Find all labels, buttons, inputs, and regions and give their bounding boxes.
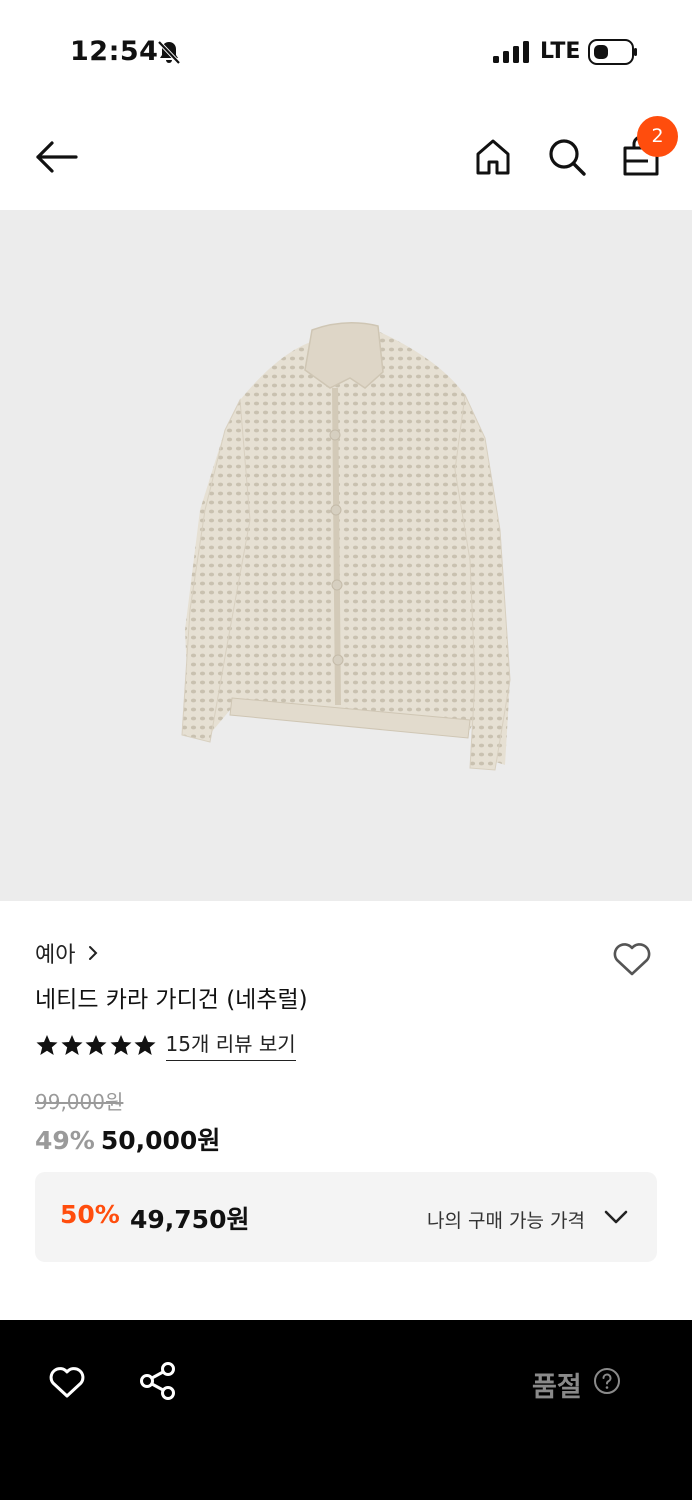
bottom-action-bar: 품절 — [0, 1320, 692, 1500]
original-price: 99,000원 — [35, 1090, 124, 1114]
star-icon — [134, 1034, 156, 1055]
heart-outline-icon[interactable] — [46, 1360, 88, 1402]
my-discount-rate: 50% — [60, 1200, 120, 1229]
my-price-dropdown[interactable]: 50% 49,750원 나의 구매 가능 가격 — [35, 1172, 657, 1262]
rating-stars — [35, 1033, 158, 1057]
soldout-label: 품절 — [532, 1372, 582, 1403]
battery-icon — [588, 39, 637, 65]
status-time: 12:54 — [70, 36, 159, 67]
brand-name: 예아 — [35, 943, 76, 968]
home-icon[interactable] — [470, 134, 516, 180]
product-image[interactable] — [0, 210, 692, 901]
discount-rate: 49% — [35, 1126, 95, 1155]
product-name: 네티드 카라 가디건 (네추럴) — [35, 987, 308, 1013]
chevron-right-icon — [89, 946, 98, 960]
bell-muted-icon — [157, 40, 181, 65]
app-header: 2 — [0, 104, 692, 210]
star-icon — [110, 1034, 131, 1055]
chevron-down-icon — [604, 1210, 628, 1224]
status-bar: 12:54 LTE — [0, 0, 692, 104]
network-label: LTE — [540, 39, 581, 64]
sale-price: 50,000원 — [100, 1126, 221, 1155]
share-icon[interactable] — [138, 1360, 178, 1402]
search-icon[interactable] — [544, 134, 590, 180]
heart-outline-icon[interactable] — [608, 934, 656, 982]
my-price-label: 나의 구매 가능 가격 — [427, 1210, 585, 1232]
cardigan-image — [181, 322, 511, 771]
my-price: 49,750원 — [130, 1205, 250, 1234]
rating-row: 15개 리뷰 보기 — [35, 1028, 296, 1061]
back-arrow-icon[interactable] — [30, 134, 82, 180]
price-row: 49% 50,000원 — [35, 1121, 220, 1157]
star-icon — [85, 1034, 107, 1055]
signal-icon — [493, 41, 529, 63]
review-link[interactable]: 15개 리뷰 보기 — [165, 1028, 296, 1061]
star-icon — [61, 1034, 82, 1055]
brand-link[interactable]: 예아 — [35, 937, 99, 969]
help-circle-icon[interactable] — [593, 1367, 621, 1395]
star-icon — [36, 1034, 58, 1055]
cart-count-badge: 2 — [637, 116, 678, 157]
